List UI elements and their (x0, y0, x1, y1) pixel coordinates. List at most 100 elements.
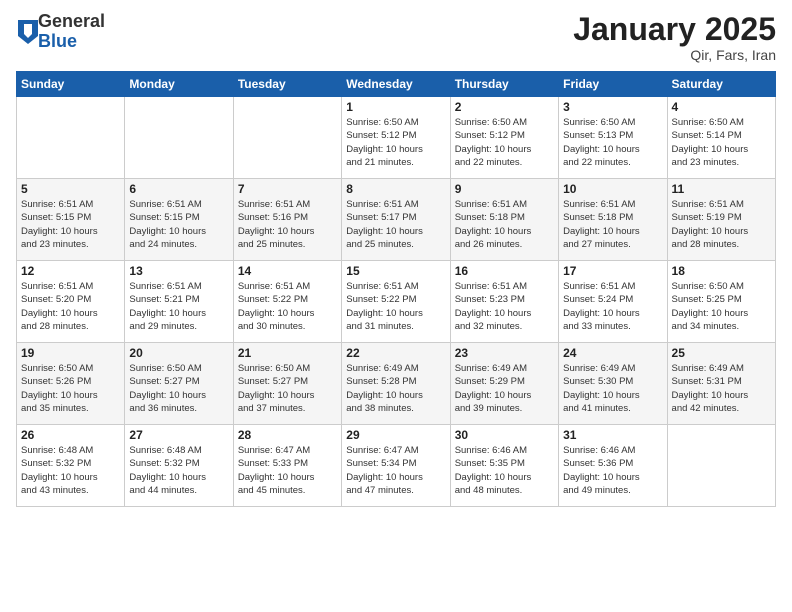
day-number: 24 (563, 346, 662, 360)
table-row: 11 Sunrise: 6:51 AM Sunset: 5:19 PM Dayli… (667, 179, 775, 261)
day-number: 7 (238, 182, 337, 196)
day-info: Sunrise: 6:50 AM Sunset: 5:13 PM Dayligh… (563, 116, 662, 169)
day-number: 13 (129, 264, 228, 278)
header-tuesday: Tuesday (233, 72, 341, 97)
logo-text: General Blue (38, 12, 105, 52)
location: Qir, Fars, Iran (573, 47, 776, 63)
day-number: 25 (672, 346, 771, 360)
day-number: 3 (563, 100, 662, 114)
table-row: 13 Sunrise: 6:51 AM Sunset: 5:21 PM Dayli… (125, 261, 233, 343)
calendar-week-3: 12Sunrise: 6:51 AM Sunset: 5:20 PM Dayli… (17, 261, 776, 343)
table-row (125, 97, 233, 179)
day-info: Sunrise: 6:50 AM Sunset: 5:12 PM Dayligh… (455, 116, 554, 169)
table-row: 21Sunrise: 6:50 AM Sunset: 5:27 PM Dayli… (233, 343, 341, 425)
day-info: Sunrise: 6:51 AM Sunset: 5:17 PM Dayligh… (346, 198, 445, 251)
day-info: Sunrise: 6:49 AM Sunset: 5:30 PM Dayligh… (563, 362, 662, 415)
header-friday: Friday (559, 72, 667, 97)
day-info: Sunrise: 6:51 AM Sunset: 5:21 PM Dayligh… (129, 280, 228, 333)
day-number: 2 (455, 100, 554, 114)
table-row: 14 Sunrise: 6:51 AM Sunset: 5:22 PM Dayli… (233, 261, 341, 343)
day-number: 30 (455, 428, 554, 442)
header-monday: Monday (125, 72, 233, 97)
header: General Blue January 2025 Qir, Fars, Ira… (16, 12, 776, 63)
table-row: 2 Sunrise: 6:50 AM Sunset: 5:12 PM Daylig… (450, 97, 558, 179)
table-row: 17Sunrise: 6:51 AM Sunset: 5:24 PM Dayli… (559, 261, 667, 343)
table-row: 5 Sunrise: 6:51 AM Sunset: 5:15 PM Daylig… (17, 179, 125, 261)
day-info: Sunrise: 6:49 AM Sunset: 5:29 PM Dayligh… (455, 362, 554, 415)
day-number: 12 (21, 264, 120, 278)
calendar-week-5: 26 Sunrise: 6:48 AM Sunset: 5:32 PM Dayli… (17, 425, 776, 507)
table-row: 23 Sunrise: 6:49 AM Sunset: 5:29 PM Dayli… (450, 343, 558, 425)
calendar-table: Sunday Monday Tuesday Wednesday Thursday… (16, 71, 776, 507)
table-row: 29Sunrise: 6:47 AM Sunset: 5:34 PM Dayli… (342, 425, 450, 507)
day-number: 11 (672, 182, 771, 196)
calendar-header-row: Sunday Monday Tuesday Wednesday Thursday… (17, 72, 776, 97)
day-info: Sunrise: 6:49 AM Sunset: 5:31 PM Dayligh… (672, 362, 771, 415)
table-row: 3 Sunrise: 6:50 AM Sunset: 5:13 PM Daylig… (559, 97, 667, 179)
day-info: Sunrise: 6:47 AM Sunset: 5:33 PM Dayligh… (238, 444, 337, 497)
day-number: 27 (129, 428, 228, 442)
day-number: 15 (346, 264, 445, 278)
table-row: 20 Sunrise: 6:50 AM Sunset: 5:27 PM Dayli… (125, 343, 233, 425)
day-number: 14 (238, 264, 337, 278)
logo-icon (18, 20, 38, 44)
day-info: Sunrise: 6:48 AM Sunset: 5:32 PM Dayligh… (21, 444, 120, 497)
table-row: 1Sunrise: 6:50 AM Sunset: 5:12 PM Daylig… (342, 97, 450, 179)
day-info: Sunrise: 6:50 AM Sunset: 5:27 PM Dayligh… (129, 362, 228, 415)
day-number: 20 (129, 346, 228, 360)
day-number: 22 (346, 346, 445, 360)
month-title: January 2025 (573, 12, 776, 47)
table-row: 26 Sunrise: 6:48 AM Sunset: 5:32 PM Dayli… (17, 425, 125, 507)
logo-blue-text: Blue (38, 32, 105, 52)
day-info: Sunrise: 6:50 AM Sunset: 5:12 PM Dayligh… (346, 116, 445, 169)
day-info: Sunrise: 6:50 AM Sunset: 5:26 PM Dayligh… (21, 362, 120, 415)
calendar-week-2: 5 Sunrise: 6:51 AM Sunset: 5:15 PM Daylig… (17, 179, 776, 261)
day-info: Sunrise: 6:48 AM Sunset: 5:32 PM Dayligh… (129, 444, 228, 497)
day-info: Sunrise: 6:51 AM Sunset: 5:23 PM Dayligh… (455, 280, 554, 333)
header-thursday: Thursday (450, 72, 558, 97)
calendar-week-1: 1Sunrise: 6:50 AM Sunset: 5:12 PM Daylig… (17, 97, 776, 179)
table-row: 12Sunrise: 6:51 AM Sunset: 5:20 PM Dayli… (17, 261, 125, 343)
day-info: Sunrise: 6:50 AM Sunset: 5:27 PM Dayligh… (238, 362, 337, 415)
table-row (233, 97, 341, 179)
day-info: Sunrise: 6:47 AM Sunset: 5:34 PM Dayligh… (346, 444, 445, 497)
day-number: 6 (129, 182, 228, 196)
day-info: Sunrise: 6:46 AM Sunset: 5:35 PM Dayligh… (455, 444, 554, 497)
logo-general-text: General (38, 12, 105, 32)
table-row: 15Sunrise: 6:51 AM Sunset: 5:22 PM Dayli… (342, 261, 450, 343)
table-row: 22Sunrise: 6:49 AM Sunset: 5:28 PM Dayli… (342, 343, 450, 425)
table-row: 16Sunrise: 6:51 AM Sunset: 5:23 PM Dayli… (450, 261, 558, 343)
table-row: 7Sunrise: 6:51 AM Sunset: 5:16 PM Daylig… (233, 179, 341, 261)
table-row: 4 Sunrise: 6:50 AM Sunset: 5:14 PM Daylig… (667, 97, 775, 179)
calendar-week-4: 19 Sunrise: 6:50 AM Sunset: 5:26 PM Dayli… (17, 343, 776, 425)
day-number: 17 (563, 264, 662, 278)
table-row: 31Sunrise: 6:46 AM Sunset: 5:36 PM Dayli… (559, 425, 667, 507)
day-info: Sunrise: 6:50 AM Sunset: 5:25 PM Dayligh… (672, 280, 771, 333)
day-info: Sunrise: 6:51 AM Sunset: 5:15 PM Dayligh… (21, 198, 120, 251)
table-row: 9Sunrise: 6:51 AM Sunset: 5:18 PM Daylig… (450, 179, 558, 261)
day-info: Sunrise: 6:51 AM Sunset: 5:22 PM Dayligh… (238, 280, 337, 333)
day-number: 4 (672, 100, 771, 114)
day-number: 23 (455, 346, 554, 360)
table-row: 24 Sunrise: 6:49 AM Sunset: 5:30 PM Dayli… (559, 343, 667, 425)
day-number: 8 (346, 182, 445, 196)
day-number: 28 (238, 428, 337, 442)
title-block: January 2025 Qir, Fars, Iran (573, 12, 776, 63)
day-info: Sunrise: 6:51 AM Sunset: 5:18 PM Dayligh… (455, 198, 554, 251)
day-info: Sunrise: 6:51 AM Sunset: 5:18 PM Dayligh… (563, 198, 662, 251)
day-info: Sunrise: 6:50 AM Sunset: 5:14 PM Dayligh… (672, 116, 771, 169)
table-row: 25 Sunrise: 6:49 AM Sunset: 5:31 PM Dayli… (667, 343, 775, 425)
table-row: 8 Sunrise: 6:51 AM Sunset: 5:17 PM Daylig… (342, 179, 450, 261)
day-number: 31 (563, 428, 662, 442)
day-number: 18 (672, 264, 771, 278)
day-number: 26 (21, 428, 120, 442)
header-saturday: Saturday (667, 72, 775, 97)
logo: General Blue (16, 12, 105, 52)
day-number: 5 (21, 182, 120, 196)
table-row: 6Sunrise: 6:51 AM Sunset: 5:15 PM Daylig… (125, 179, 233, 261)
day-info: Sunrise: 6:51 AM Sunset: 5:19 PM Dayligh… (672, 198, 771, 251)
day-number: 10 (563, 182, 662, 196)
header-wednesday: Wednesday (342, 72, 450, 97)
day-number: 19 (21, 346, 120, 360)
table-row: 10 Sunrise: 6:51 AM Sunset: 5:18 PM Dayli… (559, 179, 667, 261)
